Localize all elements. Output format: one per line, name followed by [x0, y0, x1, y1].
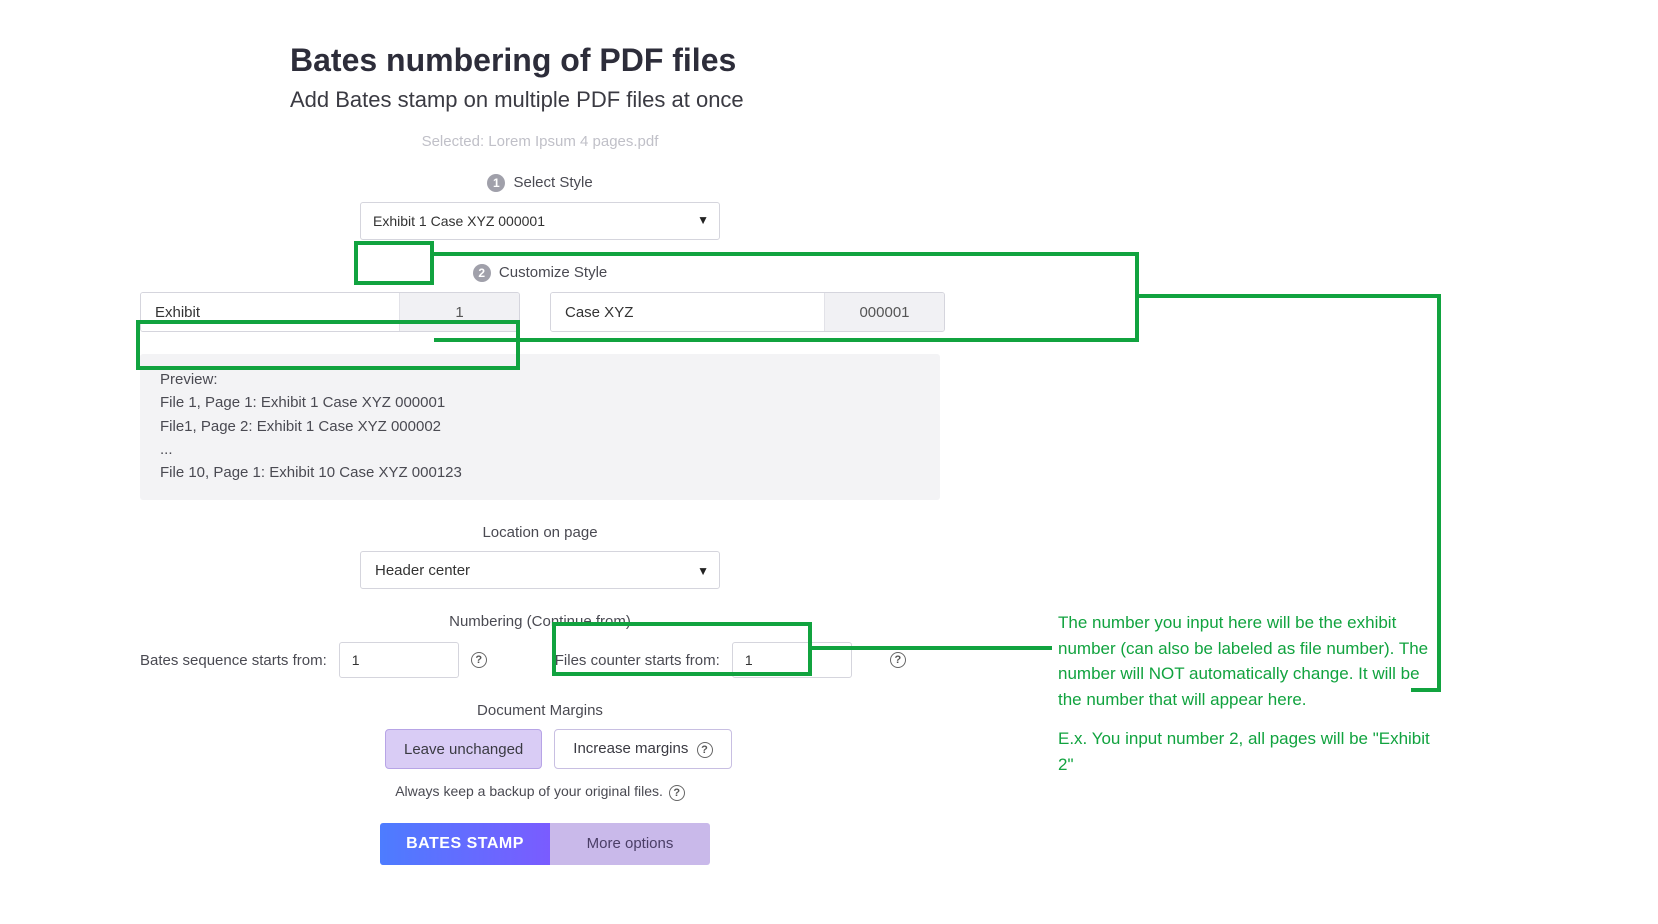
files-start-input[interactable]: [732, 642, 852, 678]
bates-stamp-button[interactable]: BATES STAMP: [380, 823, 550, 865]
step-2-text: Customize Style: [499, 264, 607, 281]
prefix-number-input[interactable]: [399, 293, 519, 331]
prefix-group: [140, 292, 520, 332]
leave-unchanged-button[interactable]: Leave unchanged: [385, 729, 542, 769]
more-options-button[interactable]: More options: [550, 823, 710, 865]
numbering-label: Numbering (Continue from): [0, 613, 1080, 630]
help-icon[interactable]: ?: [471, 652, 487, 668]
increase-margins-label: Increase margins: [573, 740, 688, 757]
help-icon[interactable]: ?: [890, 652, 906, 668]
preview-box: Preview: File 1, Page 1: Exhibit 1 Case …: [140, 354, 940, 500]
style-select[interactable]: [361, 203, 719, 239]
preview-line-1: File 1, Page 1: Exhibit 1 Case XYZ 00000…: [160, 391, 920, 414]
backup-note: Always keep a backup of your original fi…: [0, 783, 1080, 800]
case-number-input[interactable]: [824, 293, 944, 331]
step-badge-2: 2: [473, 264, 491, 282]
action-row: BATES STAMP More options: [380, 823, 1658, 865]
margins-row: Leave unchanged Increase margins ?: [385, 729, 1658, 769]
location-label: Location on page: [0, 524, 1080, 541]
location-select[interactable]: [361, 552, 719, 588]
case-group: [550, 292, 945, 332]
step-badge-1: 1: [487, 174, 505, 192]
increase-margins-button[interactable]: Increase margins ?: [554, 729, 731, 769]
step-1-label: 1 Select Style: [0, 174, 1080, 192]
preview-line-3: ...: [160, 438, 920, 461]
annotation-connector: [1411, 688, 1441, 692]
margins-label: Document Margins: [0, 702, 1080, 719]
numbering-row: Bates sequence starts from: ? Files coun…: [140, 642, 1658, 678]
step-1-text: Select Style: [513, 174, 592, 191]
customize-row: [140, 292, 1658, 332]
page-subtitle: Add Bates stamp on multiple PDF files at…: [290, 87, 1658, 113]
selected-filename: Lorem Ipsum 4 pages.pdf: [488, 133, 658, 150]
preview-label: Preview:: [160, 368, 920, 391]
case-text-input[interactable]: [551, 293, 824, 331]
prefix-text-input[interactable]: [141, 293, 399, 331]
help-icon[interactable]: ?: [697, 742, 713, 758]
location-select-wrap[interactable]: ▼: [360, 551, 720, 589]
preview-line-4: File 10, Page 1: Exhibit 10 Case XYZ 000…: [160, 461, 920, 484]
files-start-label: Files counter starts from:: [555, 652, 720, 669]
selected-file-label: Selected: Lorem Ipsum 4 pages.pdf: [290, 133, 790, 150]
step-2-label: 2 Customize Style: [0, 264, 1080, 282]
selected-prefix: Selected:: [422, 133, 489, 150]
bates-start-input[interactable]: [339, 642, 459, 678]
help-icon[interactable]: ?: [669, 785, 685, 801]
bates-start-label: Bates sequence starts from:: [140, 652, 327, 669]
style-select-wrap[interactable]: ▼: [360, 202, 720, 240]
annotation-connector: [1437, 294, 1441, 692]
backup-text: Always keep a backup of your original fi…: [395, 783, 663, 799]
preview-line-2: File1, Page 2: Exhibit 1 Case XYZ 000002: [160, 415, 920, 438]
page-title: Bates numbering of PDF files: [290, 42, 1658, 79]
